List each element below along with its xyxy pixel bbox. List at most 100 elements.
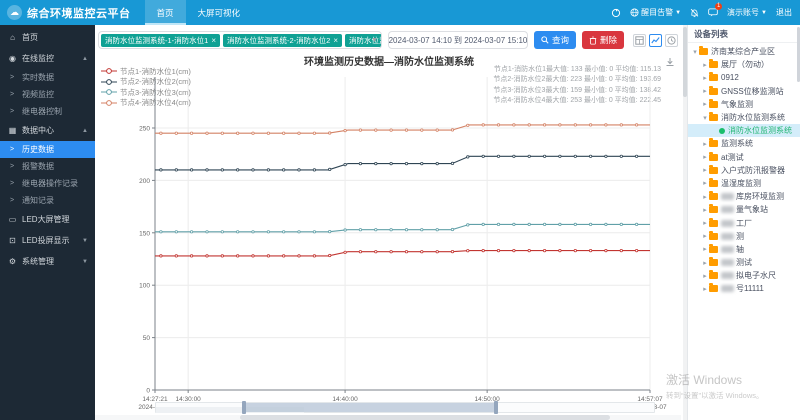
sidebar-item-label: 在线监控 [22,53,54,64]
folder-icon [709,101,718,108]
tree-node[interactable]: ▸ 温湿度监测 [688,177,800,190]
tree-caret-icon[interactable]: ▸ [701,232,709,240]
tree-node[interactable]: ▸轴 [688,243,800,256]
tree-caret-icon[interactable]: ▸ [701,153,709,161]
device-online-dot-icon [719,128,725,134]
tree-caret-icon[interactable]: ▸ [701,219,709,227]
tree-caret-icon[interactable]: ▸ [701,179,709,187]
sidebar-item[interactable]: >历史数据 [0,141,95,158]
datazoom-right-handle[interactable] [494,401,498,414]
table-view-icon[interactable] [633,34,646,47]
sidebar-item[interactable]: ⊡LED投屏显示▼ [0,230,95,251]
tree-node-label: 气象监测 [721,99,753,110]
tag-close-icon[interactable]: × [333,34,338,47]
horizontal-scrollbar[interactable] [95,415,681,420]
sidebar-item[interactable]: >通知记录 [0,192,95,209]
node-multi-select[interactable]: 消防水位监测系统-1-消防水位1×消防水位监测系统-2-消防水位2×消防水位监测… [98,31,382,49]
blurred-text [721,246,734,253]
tree-node-label: 温湿度监测 [721,178,761,189]
bell-muted-icon[interactable] [690,8,699,18]
tree-node[interactable]: ▸测 [688,230,800,243]
line-chart-view-icon[interactable] [649,34,662,47]
tree-caret-icon[interactable]: ▸ [701,100,709,108]
tree-node[interactable]: ▸工厂 [688,216,800,229]
sidebar-item-label: 继电器控制 [22,106,62,117]
select-caret-icon[interactable]: ▼ [371,37,378,44]
tree-node[interactable]: ▸号11111 [688,282,800,295]
datazoom-slider[interactable] [155,402,655,413]
sidebar-item[interactable]: >视频监控 [0,86,95,103]
message-icon[interactable]: 1 [708,8,718,17]
sidebar-item[interactable]: >继电器控制 [0,103,95,120]
led-icon: ▭ [7,215,18,224]
tree-caret-icon[interactable]: ▸ [701,259,709,267]
legend-marker-icon [101,78,117,86]
horizontal-scrollbar-thumb[interactable] [240,415,610,420]
tree-caret-icon[interactable]: ▸ [701,206,709,214]
top-nav-item[interactable]: 大屏可视化 [186,0,253,25]
tree-caret-icon[interactable]: ▸ [701,285,709,293]
tree-node[interactable]: ▾济南某综合产业区 [688,45,800,58]
sidebar-item[interactable]: ▦数据中心▲ [0,120,95,141]
date-range-input[interactable]: 2024-03-07 14:10 到 2024-03-07 15:10 [388,31,528,49]
account-dropdown[interactable]: 演示账号 ▼ [727,7,767,18]
selected-tag[interactable]: 消防水位监测系统-2-消防水位2× [223,34,342,47]
tree-node[interactable]: ▸展厅（勿动） [688,58,800,71]
alert-dropdown[interactable]: 醒目告警 ▼ [630,7,681,18]
tree-caret-icon[interactable]: ▸ [701,245,709,253]
tree-caret-icon[interactable]: ▾ [691,48,699,56]
delete-button[interactable]: 删除 [582,31,624,49]
tree-node[interactable]: ▸入户式防汛报警器 [688,164,800,177]
logout-button[interactable]: 退出 [776,7,792,18]
tree-caret-icon[interactable]: ▸ [701,74,709,82]
tree-caret-icon[interactable]: ▸ [701,193,709,201]
collapse-arrow-icon: ▲ [82,56,88,62]
sidebar-item[interactable]: >继电器操作记录 [0,175,95,192]
tree-node[interactable]: ▸拟电子水尺 [688,269,800,282]
folder-icon [709,74,718,81]
tree-node[interactable]: ▸at测试 [688,151,800,164]
tree-node[interactable]: ▸ 气象监测 [688,98,800,111]
tag-close-icon[interactable]: × [211,34,216,47]
main-content: 消防水位监测系统-1-消防水位1×消防水位监测系统-2-消防水位2×消防水位监测… [95,25,683,420]
series-stat: 节点1-消防水位1最大值: 133 最小值: 0 平均值: 115.13 [493,64,661,74]
sidebar-menu: ⌂首页◉在线监控▲>实时数据>视频监控>继电器控制▦数据中心▲>历史数据>报警数… [0,25,95,420]
tree-caret-icon[interactable]: ▸ [701,140,709,148]
tree-node[interactable]: ▸0912 [688,71,800,84]
tree-node-label: 轴 [736,244,744,255]
tree-node[interactable]: ▸测试 [688,256,800,269]
tree-caret-icon[interactable]: ▸ [701,87,709,95]
sidebar-item[interactable]: ⚙系统管理▼ [0,251,95,272]
sidebar-item-label: 首页 [22,32,38,43]
tree-node[interactable]: 消防水位监测系统 [688,124,800,137]
sidebar-item[interactable]: >报警数据 [0,158,95,175]
sidebar-item[interactable]: ▭LED大屏管理 [0,209,95,230]
tree-node-label: 量气象站 [736,204,768,215]
tree-node[interactable]: ▾消防水位监测系统 [688,111,800,124]
svg-text:50: 50 [143,335,151,342]
top-nav-item[interactable]: 首页 [145,0,186,25]
selected-tag[interactable]: 消防水位监测系统-1-消防水位1× [101,34,220,47]
tree-node[interactable]: ▸GNSS位移监测站 [688,85,800,98]
sidebar-item[interactable]: ⌂首页 [0,27,95,48]
tree-caret-icon[interactable]: ▸ [701,272,709,280]
tree-caret-icon[interactable]: ▸ [701,61,709,69]
clock-view-icon[interactable] [665,34,678,47]
tree-caret-icon[interactable]: ▸ [701,166,709,174]
tree-caret-icon[interactable]: ▾ [701,114,709,122]
tree-node[interactable]: ▸库房环境监测 [688,190,800,203]
query-button[interactable]: 查询 [534,31,576,49]
sidebar-item[interactable]: ◉在线监控▲ [0,48,95,69]
tree-node[interactable]: ▸ 量气象站 [688,203,800,216]
sidebar-item[interactable]: >实时数据 [0,69,95,86]
datazoom-selection[interactable] [244,403,496,412]
tree-node-label: 测 [736,231,744,242]
save-image-icon[interactable] [665,57,675,67]
cloud-logo-icon: ☁ [7,5,22,20]
folder-icon [709,272,718,279]
blurred-text [721,233,734,240]
datazoom-left-handle[interactable] [242,401,246,414]
header-right: 醒目告警 ▼ 1 演示账号 ▼ 退出 [611,7,800,18]
tree-node[interactable]: ▸监测系统 [688,137,800,150]
cast-screen-icon[interactable] [611,8,621,18]
